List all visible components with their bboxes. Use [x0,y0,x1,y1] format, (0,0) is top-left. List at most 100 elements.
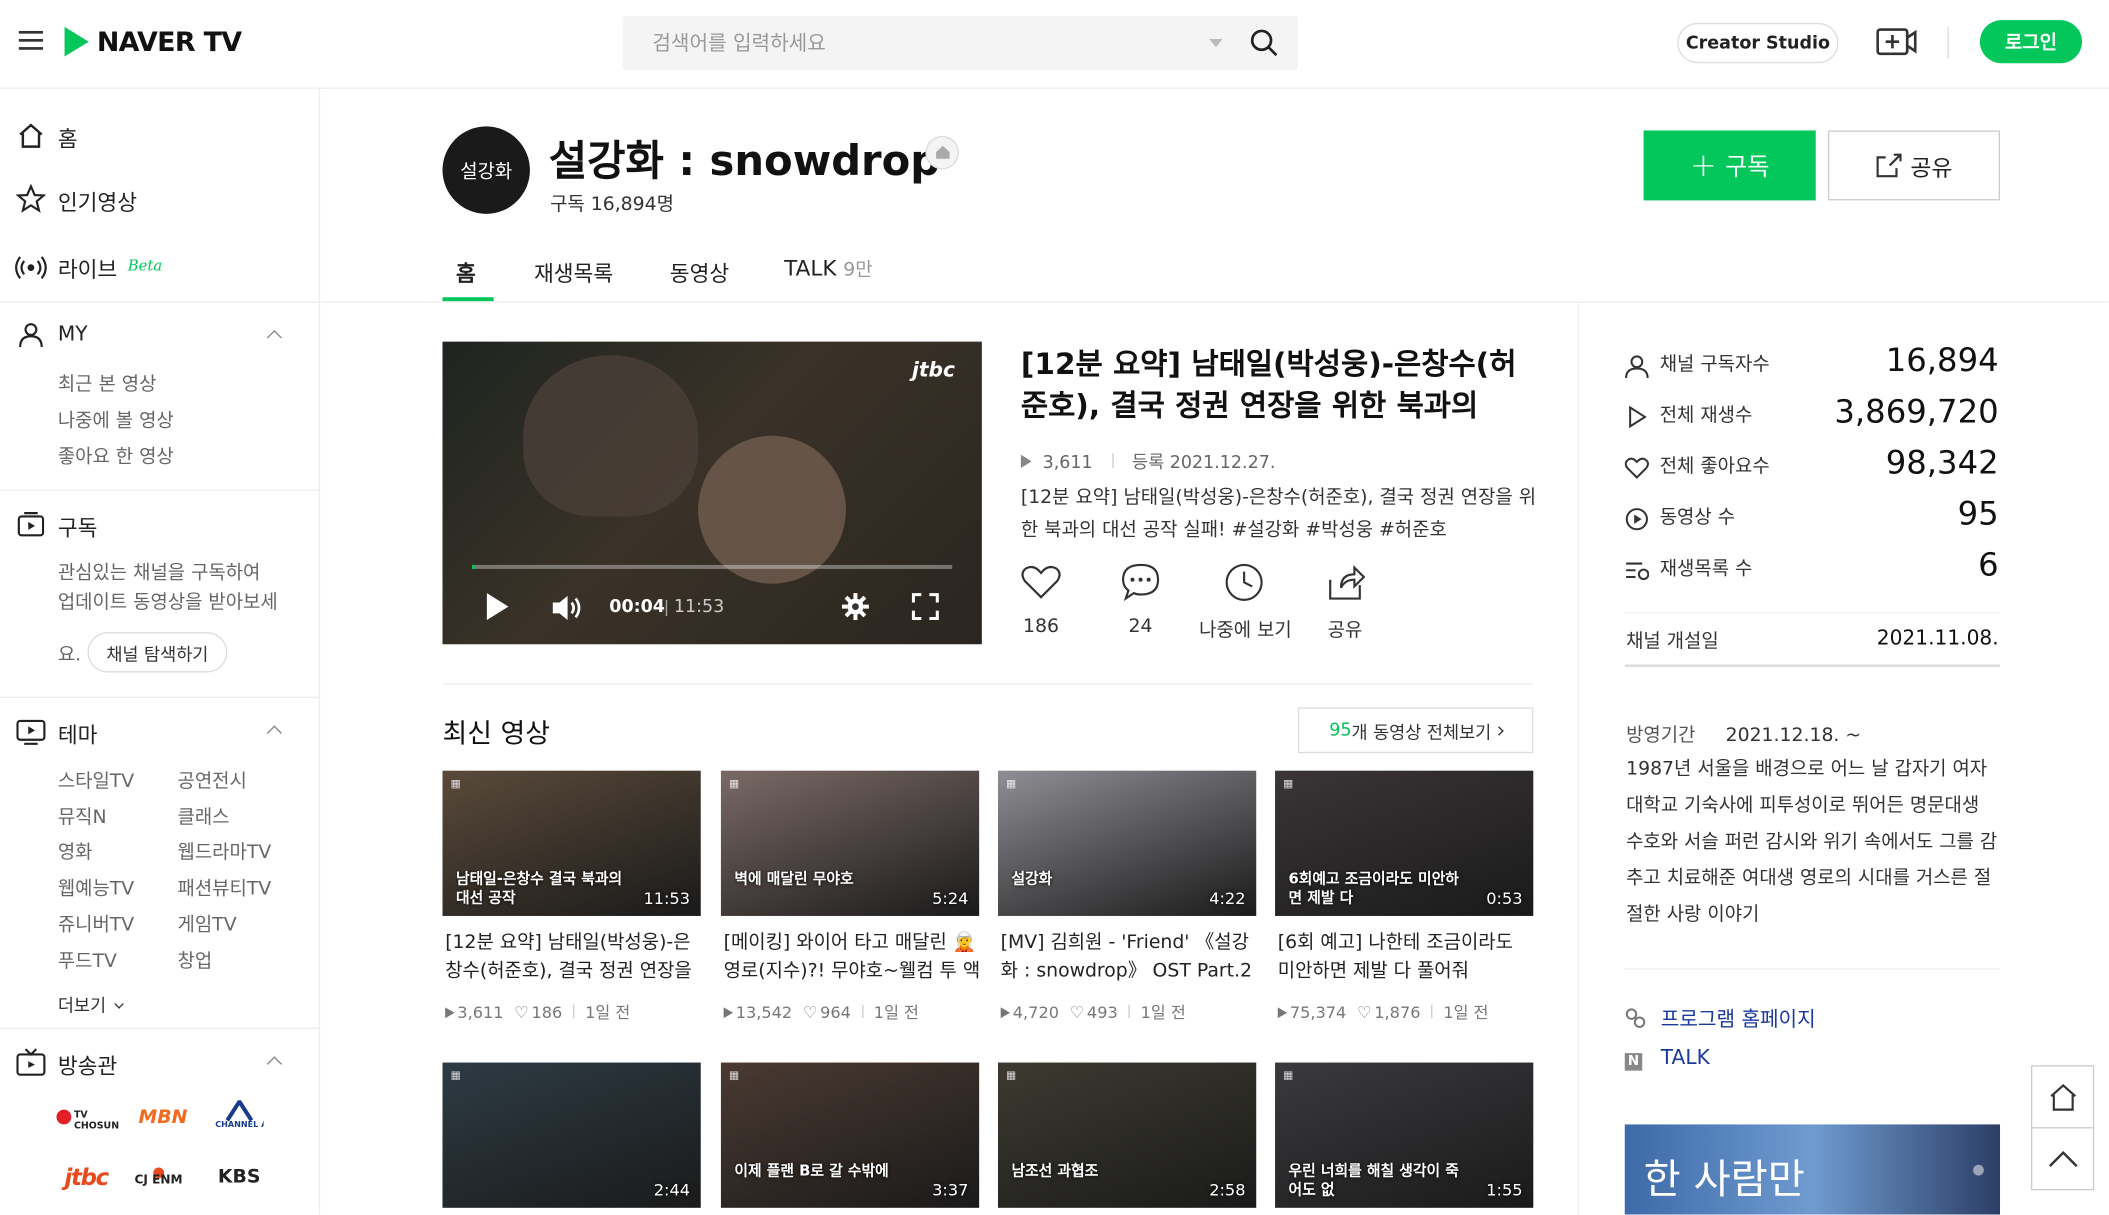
theme-item[interactable]: 푸드TV [58,947,117,974]
tab-talk[interactable]: TALK 9만 [784,256,872,283]
menu-icon[interactable] [18,30,44,52]
sidebar-item-popular[interactable]: 인기영상 [0,184,320,216]
theme-item[interactable]: 뮤직N [58,803,107,830]
theme-item[interactable]: 공연전시 [178,767,247,794]
settings-gear-icon[interactable] [841,592,871,622]
sidebar-section-theme[interactable]: 테마 [0,716,320,748]
featured-video-title[interactable]: [12분 요약] 남태일(박성웅)-은창수(허준호), 결국 정권 연장을 위한… [1021,344,1539,427]
tvchosun-mark-icon [56,1109,72,1125]
tab-home[interactable]: 홈 [456,256,476,288]
like-action[interactable]: 186 [1009,562,1074,643]
video-thumbnail[interactable]: ▦ 2:44 [442,1062,701,1208]
naver-tv-logo[interactable]: NAVER TV [62,26,264,58]
login-button[interactable]: 로그인 [1979,20,2083,64]
stats-divider [1624,611,2001,614]
seek-bar[interactable] [472,564,953,569]
sidebar-section-subscribe[interactable]: 구독 [0,508,320,541]
theme-item[interactable]: 영화 [58,838,93,865]
more-button[interactable]: 더보기 [58,991,124,1017]
channel-share-button[interactable]: 공유 [1827,130,2001,201]
theme-item[interactable]: 웹예능TV [58,874,134,901]
video-thumbnail[interactable]: ▦ 남태일-은창수 결국 북과의 대선 공작 11:53 [442,770,701,916]
video-thumbnail[interactable]: ▦ 벽에 매달린 무야호 5:24 [720,770,980,916]
scroll-top-button[interactable] [2030,1127,2095,1191]
collapse-icon[interactable] [266,329,282,346]
video-duration: 3:37 [932,1180,969,1200]
broadcaster-jtbc-logo[interactable]: jtbc [65,1165,110,1192]
video-title[interactable]: [메이킹] 와이어 타고 매달린 🧝 영로(지수)?! 무야호~웰컴 투 액션의… [724,929,982,985]
view-all-videos-button[interactable]: 95 개 동영상 전체보기 [1297,707,1534,754]
video-likes: 186 [531,1003,563,1023]
theme-item[interactable]: 패션뷰티TV [178,874,272,901]
video-frame-shape [523,355,699,517]
stats-divider [1624,968,2001,970]
video-thumbnail[interactable]: ▦ 이제 플랜 B로 갈 수밖에 3:37 [720,1062,980,1208]
latest-section-title: 최신 영상 [442,716,551,750]
search-input[interactable] [622,16,1202,70]
theme-item[interactable]: 클래스 [178,803,230,830]
video-thumbnail[interactable]: ▦ 설강화 4:22 [997,770,1257,916]
program-homepage-link[interactable]: 프로그램 홈페이지 [1625,1005,1816,1033]
tab-videos[interactable]: 동영상 [670,256,729,288]
views-play-icon [445,1007,455,1019]
video-ago: 1일 전 [585,1003,631,1023]
stat-label: 채널 구독자수 [1659,353,1770,376]
broadcaster-kbs-logo[interactable]: KBS [218,1166,261,1188]
talk-link[interactable]: N TALK [1624,1045,1710,1071]
video-thumbnail[interactable]: ▦ 우린 너희를 해칠 생각이 죽어도 없 1:55 [1275,1062,1534,1208]
watch-later-label: 나중에 보기 [1199,620,1292,642]
upload-video-icon[interactable] [1876,26,1917,58]
sidebar-section-broadcast[interactable]: 방송관 [0,1046,320,1079]
tab-playlists[interactable]: 재생목록 [534,256,613,288]
featured-meta: 3,611 등록 2021.12.27. [1020,448,1275,473]
comment-action[interactable]: 24 [1108,562,1173,643]
stat-label: 전체 재생수 [1659,404,1753,427]
sidebar-item-home[interactable]: 홈 [0,121,320,153]
search-icon[interactable] [1250,28,1280,58]
broadcaster-tvchosun-logo[interactable]: TV CHOSUN [56,1106,121,1133]
header: NAVER TV Creator Studio 로그인 [0,0,2109,89]
video-title[interactable]: [MV] 김희원 - 'Friend' 《설강화 : snowdrop》 OST… [1001,929,1259,985]
video-title[interactable]: [6회 예고] 나한테 조금이라도 미안하면 제발 다 풀어줘 [1278,929,1536,985]
theme-item[interactable]: 쥬니버TV [58,911,134,938]
sidebar-section-my[interactable]: MY [0,320,320,352]
collapse-icon[interactable] [266,725,282,741]
chevron-right-icon [1493,725,1504,736]
channel-home-icon[interactable] [925,135,959,170]
program-banner[interactable]: 한 사람만 [1624,1124,2001,1215]
sidebar-subitem-later[interactable]: 나중에 볼 영상 [58,406,174,433]
theme-item[interactable]: 게임TV [178,911,237,938]
video-player[interactable]: jtbc 00:04 11:53 [442,341,982,645]
broadcaster-cjenm-logo[interactable]: CJ ENM [135,1167,200,1191]
video-title[interactable]: [12분 요약] 남태일(박성웅)-은창수(허준호), 결국 정권 연장을 위한… [445,929,703,985]
search-dropdown-icon[interactable] [1209,39,1223,48]
talk-count: 9만 [843,259,873,282]
theme-item[interactable]: 창업 [178,947,213,974]
chevron-down-icon [114,999,124,1009]
share-action[interactable]: 공유 [1313,562,1378,643]
channel-avatar[interactable]: 설강화 [442,126,530,214]
sidebar-item-live[interactable]: 라이브 Beta [0,252,320,284]
subscribe-button[interactable]: + 구독 [1643,130,1816,201]
theme-item[interactable]: 스타일TV [58,767,134,794]
video-thumbnail[interactable]: ▦ 6회예고 조금이라도 미안하면 제발 다 0:53 [1275,770,1534,916]
watch-later-action[interactable]: 나중에 보기 [1194,562,1296,643]
sidebar-subitem-liked[interactable]: 좋아요 한 영상 [58,443,174,470]
video-count: 95 [1329,720,1352,741]
sidebar-subitem-recent[interactable]: 최근 본 영상 [58,370,157,397]
views-play-icon [1277,1007,1288,1019]
broadcaster-channel-a-logo[interactable]: CHANNEL A [215,1100,264,1135]
creator-studio-button[interactable]: Creator Studio [1677,22,1839,64]
sidebar-label-broadcast: 방송관 [57,1053,118,1079]
video-views: 4,720 [1012,1003,1059,1023]
play-icon[interactable] [484,592,511,622]
theme-item[interactable]: 웹드라마TV [178,838,272,865]
explore-channels-button[interactable]: 채널 탐색하기 [87,632,228,673]
broadcaster-mbn-logo[interactable]: MBN [139,1107,188,1129]
video-thumbnail[interactable]: ▦ 남조선 과협조 2:58 [997,1062,1257,1208]
fullscreen-icon[interactable] [911,593,939,621]
comment-count: 24 [1128,616,1153,638]
scroll-home-button[interactable] [2030,1065,2095,1129]
volume-icon[interactable] [550,593,582,623]
collapse-icon[interactable] [266,1056,282,1072]
